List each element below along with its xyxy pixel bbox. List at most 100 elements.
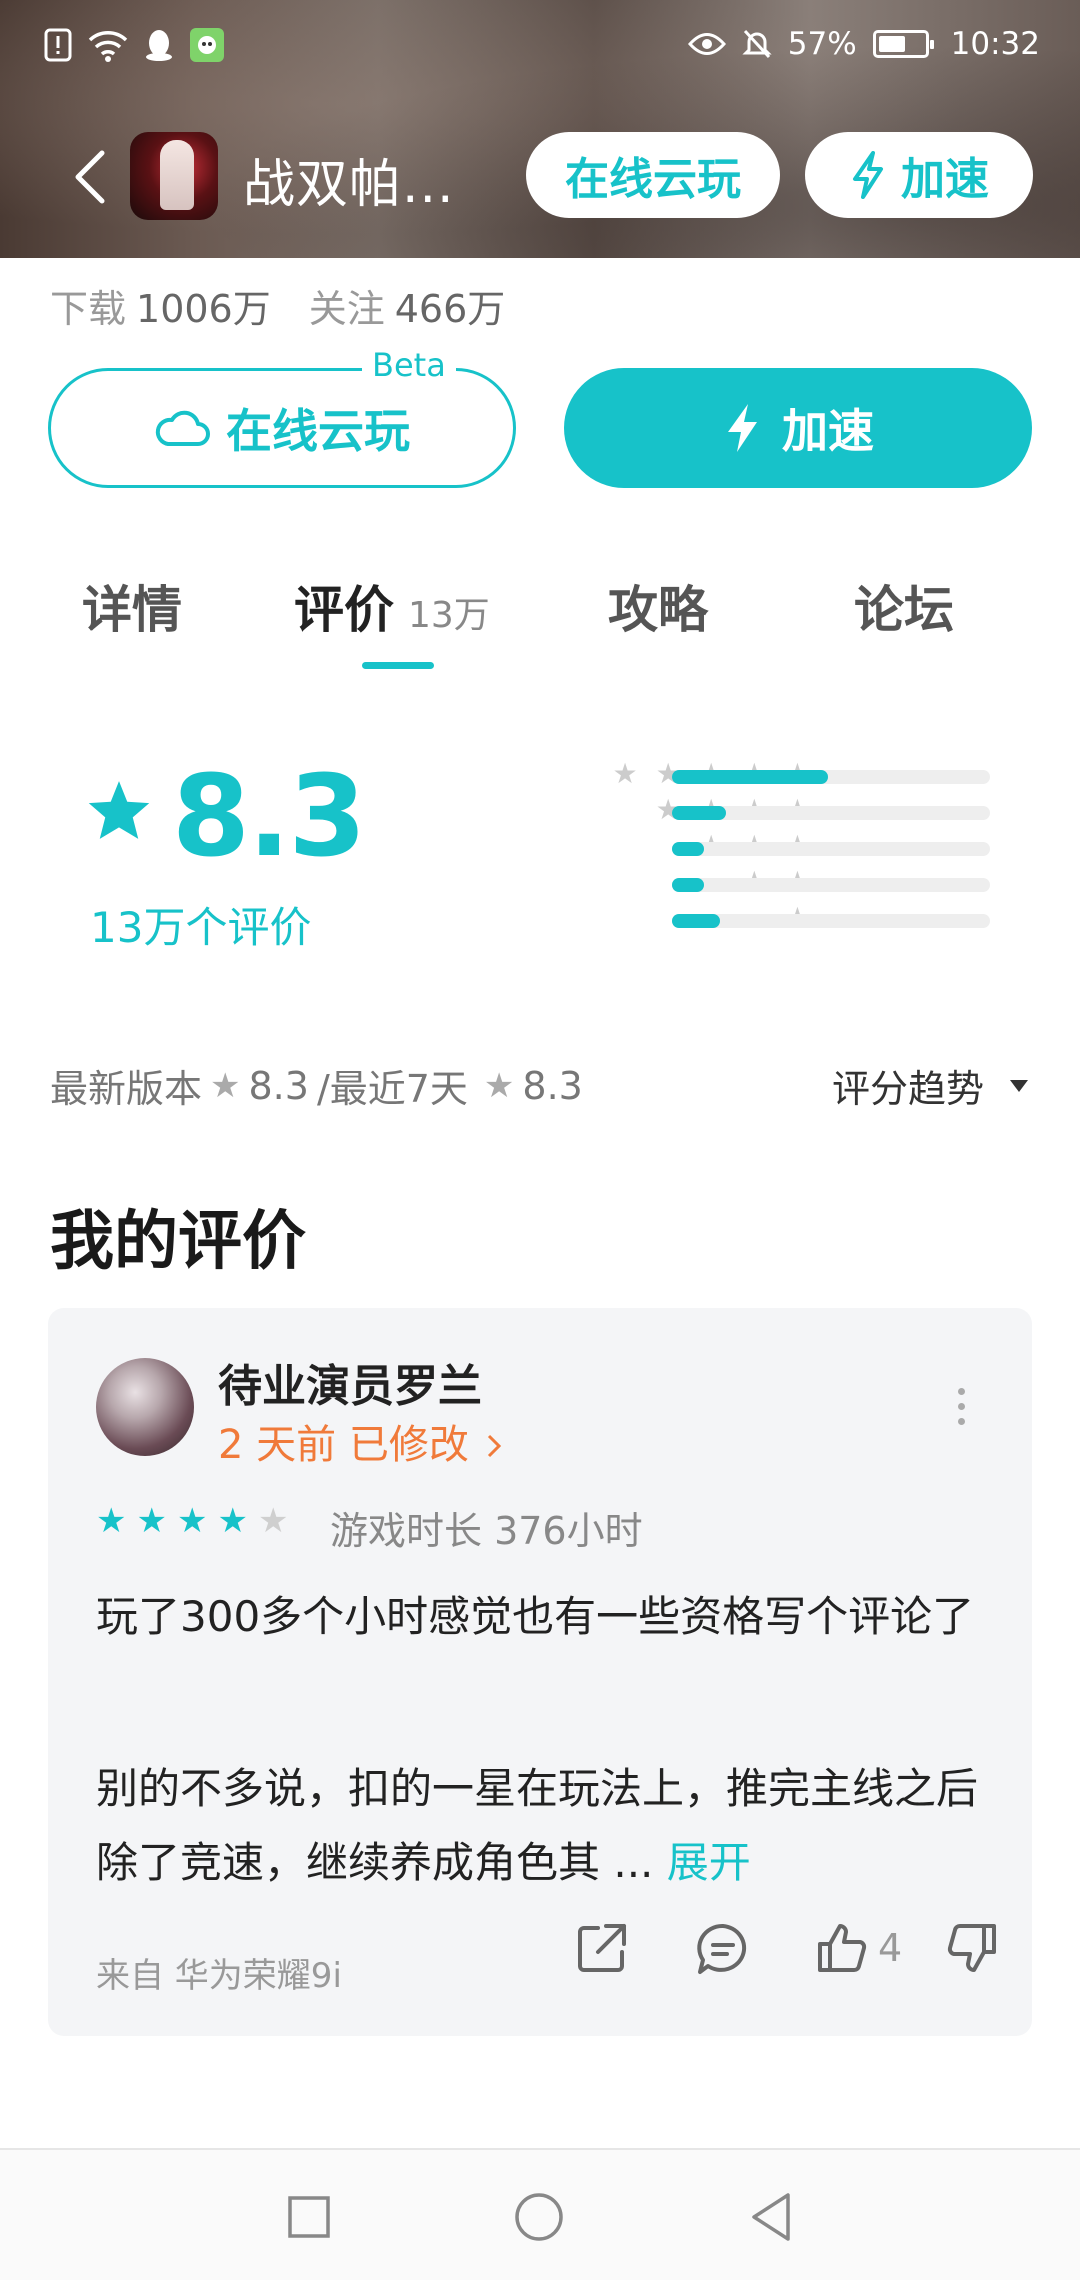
share-button[interactable]: [574, 1920, 630, 1976]
status-bar: 57% 10:32: [0, 0, 1080, 90]
cloud-play-label: 在线云玩: [226, 404, 410, 458]
header-cloud-play-button[interactable]: 在线云玩: [526, 132, 780, 218]
header-accelerate-button[interactable]: 加速: [805, 132, 1033, 218]
rating-score: 8.3: [172, 752, 366, 882]
user-star-rating: ★ ★ ★ ★ ★: [96, 1504, 288, 1538]
recents-button[interactable]: [276, 2184, 342, 2250]
rating-row-5-star: ★★★★★: [440, 760, 1000, 790]
tab-active-indicator: [362, 662, 434, 669]
chevron-left-icon: [75, 150, 105, 204]
thumbs-up-icon: [818, 1924, 867, 1972]
caret-down-icon: [1010, 1079, 1028, 1092]
comment-button[interactable]: [694, 1920, 752, 1978]
rating-row-4-star: ★★★★: [440, 796, 1000, 826]
star-filled-icon: ★: [96, 1501, 127, 1541]
rating-trend-dropdown[interactable]: 评分趋势: [832, 1058, 1028, 1113]
device-info: 来自 华为荣耀9i: [96, 1956, 342, 1996]
cloud-play-button[interactable]: 在线云玩: [48, 368, 516, 488]
edited-label: 2 天前 已修改: [218, 1422, 469, 1468]
tab-bar: 详情 评价 13万 攻略 论坛: [0, 570, 1080, 670]
rating-bar-fill: [672, 842, 704, 856]
wifi-icon: [88, 31, 128, 62]
expand-link[interactable]: 展开: [667, 1838, 751, 1887]
latest-version-score: 8.3: [248, 1063, 309, 1108]
star-filled-icon: ★: [136, 1501, 167, 1541]
star-filled-icon: ★: [217, 1501, 248, 1541]
review-paragraph: 玩了300多个小时感觉也有一些资格写个评论了: [96, 1592, 975, 1641]
battery-percent: 57%: [787, 26, 857, 62]
review-actions: 4: [526, 1920, 1006, 2000]
tab-forum[interactable]: 论坛: [854, 570, 954, 642]
lightning-icon: [728, 404, 757, 452]
qq-icon: [146, 30, 172, 61]
star-icon: ★: [210, 1065, 241, 1106]
review-paragraph: 别的不多说，扣的一星在玩法上，推完主线之后除了竞速，继续养成角色其 ... 展开: [96, 1764, 979, 1887]
accelerate-button[interactable]: 加速: [564, 368, 1032, 488]
avatar[interactable]: [96, 1358, 194, 1456]
app-notification-icon: [190, 28, 224, 62]
cloud-icon: [155, 410, 210, 446]
rating-bar-track: [672, 770, 990, 784]
home-button[interactable]: [506, 2184, 572, 2250]
mute-bell-icon: [742, 29, 772, 59]
tab-reviews[interactable]: 评价 13万: [294, 570, 490, 642]
review-count: 13万: [408, 595, 490, 636]
recent-score: 8.3: [522, 1063, 583, 1108]
rating-bar-fill: [672, 770, 828, 784]
edit-history-link[interactable]: 2 天前 已修改: [218, 1412, 502, 1470]
play-time: 游戏时长 376小时: [330, 1509, 643, 1553]
alert-icon: [44, 28, 72, 62]
eye-icon: [687, 33, 726, 55]
game-icon: [130, 132, 218, 220]
rating-bar-fill: [672, 806, 727, 820]
clock: 10:32: [950, 26, 1040, 62]
share-icon: [578, 1924, 626, 1972]
more-options-icon[interactable]: [956, 1388, 966, 1428]
comment-icon: [697, 1923, 747, 1974]
rating-trend-label: 评分趋势: [831, 1067, 984, 1111]
thumbs-down-icon: [947, 1924, 996, 1972]
download-stat: 下载 1006万: [50, 287, 271, 331]
rating-row-3-star: ★★★: [440, 832, 1000, 862]
chevron-right-icon: [487, 1434, 501, 1458]
username[interactable]: 待业演员罗兰: [218, 1350, 482, 1414]
rating-row-2-star: ★★: [440, 868, 1000, 898]
rating-bar-track: [672, 806, 990, 820]
my-review-title: 我的评价: [50, 1205, 306, 1279]
circle-icon: [515, 2193, 563, 2241]
star-icon: [88, 781, 150, 839]
game-stats: 下载 1006万 关注 466万: [50, 278, 505, 333]
game-title: 战双帕...: [243, 155, 455, 215]
star-empty-icon: ★: [257, 1501, 289, 1541]
battery-icon: [872, 30, 934, 58]
dislike-button[interactable]: [944, 1920, 1000, 1976]
like-button[interactable]: 4: [814, 1920, 902, 1976]
my-review-card[interactable]: 待业演员罗兰 2 天前 已修改 ★ ★ ★ ★ ★ 游戏时长 376小时 玩了300多个…: [48, 1308, 1032, 2036]
rating-row-1-star: ★: [440, 904, 1000, 934]
rating-count: 13万个评价: [90, 903, 312, 952]
recent-label: /最近7天: [316, 1067, 468, 1111]
tab-guides[interactable]: 攻略: [608, 570, 708, 642]
star-icon: ★: [483, 1065, 515, 1106]
rating-bar-fill: [672, 914, 720, 928]
triangle-back-icon: [752, 2193, 790, 2241]
latest-version-label: 最新版本: [50, 1067, 203, 1111]
header-accelerate-label: 加速: [901, 154, 989, 205]
system-navigation-bar: [0, 2148, 1080, 2280]
star-icon: ★: [612, 757, 638, 790]
square-icon: [288, 2196, 330, 2238]
back-nav-button[interactable]: [738, 2184, 804, 2250]
recent-ratings: 最新版本 ★ 8.3 /最近7天 ★ 8.3: [50, 1058, 583, 1113]
header-banner: 57% 10:32 战双帕... 在线云玩 加速: [0, 0, 1080, 258]
top-bar: 战双帕... 在线云玩 加速: [0, 120, 1080, 230]
like-count: 4: [878, 1926, 903, 1970]
rating-bar-track: [672, 914, 990, 928]
back-button[interactable]: [60, 142, 120, 212]
star-filled-icon: ★: [176, 1501, 208, 1541]
lightning-icon: [853, 151, 883, 199]
rating-bar-fill: [672, 878, 704, 892]
accelerate-label: 加速: [782, 404, 874, 458]
rating-bar-track: [672, 842, 990, 856]
header-cloud-play-label: 在线云玩: [565, 154, 741, 205]
tab-details[interactable]: 详情: [82, 570, 182, 642]
